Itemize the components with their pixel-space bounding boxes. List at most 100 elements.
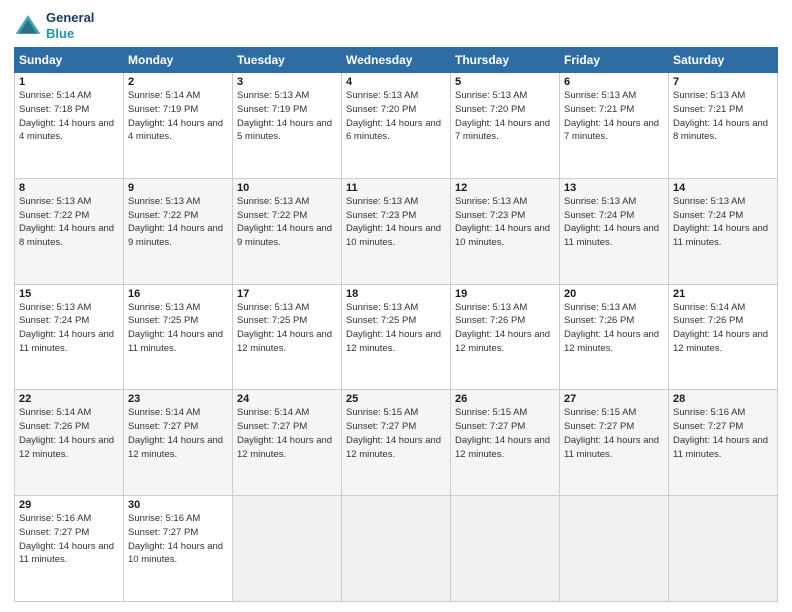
day-number: 14 [673, 182, 773, 194]
day-number: 26 [455, 393, 555, 405]
day-info: Sunrise: 5:14 AMSunset: 7:18 PMDaylight:… [19, 89, 119, 144]
calendar-cell [451, 496, 560, 602]
day-number: 10 [237, 182, 337, 194]
calendar-cell: 10Sunrise: 5:13 AMSunset: 7:22 PMDayligh… [233, 178, 342, 284]
day-info: Sunrise: 5:14 AMSunset: 7:19 PMDaylight:… [128, 89, 228, 144]
day-info: Sunrise: 5:16 AMSunset: 7:27 PMDaylight:… [673, 406, 773, 461]
day-info: Sunrise: 5:13 AMSunset: 7:20 PMDaylight:… [455, 89, 555, 144]
day-number: 24 [237, 393, 337, 405]
day-info: Sunrise: 5:15 AMSunset: 7:27 PMDaylight:… [346, 406, 446, 461]
day-number: 25 [346, 393, 446, 405]
day-info: Sunrise: 5:14 AMSunset: 7:27 PMDaylight:… [128, 406, 228, 461]
calendar-cell: 7Sunrise: 5:13 AMSunset: 7:21 PMDaylight… [669, 73, 778, 179]
calendar-week-2: 8Sunrise: 5:13 AMSunset: 7:22 PMDaylight… [15, 178, 778, 284]
weekday-header-wednesday: Wednesday [342, 48, 451, 73]
day-number: 13 [564, 182, 664, 194]
day-number: 15 [19, 288, 119, 300]
calendar-cell: 5Sunrise: 5:13 AMSunset: 7:20 PMDaylight… [451, 73, 560, 179]
day-info: Sunrise: 5:13 AMSunset: 7:19 PMDaylight:… [237, 89, 337, 144]
day-number: 5 [455, 76, 555, 88]
day-info: Sunrise: 5:13 AMSunset: 7:26 PMDaylight:… [564, 301, 664, 356]
day-number: 12 [455, 182, 555, 194]
weekday-header-monday: Monday [124, 48, 233, 73]
calendar-cell: 29Sunrise: 5:16 AMSunset: 7:27 PMDayligh… [15, 496, 124, 602]
day-number: 6 [564, 76, 664, 88]
calendar-cell: 22Sunrise: 5:14 AMSunset: 7:26 PMDayligh… [15, 390, 124, 496]
logo-icon [14, 12, 42, 40]
day-number: 22 [19, 393, 119, 405]
day-number: 17 [237, 288, 337, 300]
calendar-week-1: 1Sunrise: 5:14 AMSunset: 7:18 PMDaylight… [15, 73, 778, 179]
calendar-cell: 18Sunrise: 5:13 AMSunset: 7:25 PMDayligh… [342, 284, 451, 390]
day-number: 8 [19, 182, 119, 194]
logo-text: General Blue [46, 10, 94, 41]
day-number: 7 [673, 76, 773, 88]
weekday-header-tuesday: Tuesday [233, 48, 342, 73]
day-info: Sunrise: 5:13 AMSunset: 7:21 PMDaylight:… [564, 89, 664, 144]
day-info: Sunrise: 5:15 AMSunset: 7:27 PMDaylight:… [564, 406, 664, 461]
calendar-cell: 25Sunrise: 5:15 AMSunset: 7:27 PMDayligh… [342, 390, 451, 496]
calendar-table: SundayMondayTuesdayWednesdayThursdayFrid… [14, 47, 778, 602]
day-number: 4 [346, 76, 446, 88]
day-number: 20 [564, 288, 664, 300]
day-info: Sunrise: 5:13 AMSunset: 7:24 PMDaylight:… [564, 195, 664, 250]
day-number: 11 [346, 182, 446, 194]
day-info: Sunrise: 5:14 AMSunset: 7:27 PMDaylight:… [237, 406, 337, 461]
day-info: Sunrise: 5:13 AMSunset: 7:24 PMDaylight:… [19, 301, 119, 356]
calendar-cell: 21Sunrise: 5:14 AMSunset: 7:26 PMDayligh… [669, 284, 778, 390]
day-info: Sunrise: 5:13 AMSunset: 7:24 PMDaylight:… [673, 195, 773, 250]
calendar-cell: 4Sunrise: 5:13 AMSunset: 7:20 PMDaylight… [342, 73, 451, 179]
weekday-header-thursday: Thursday [451, 48, 560, 73]
day-info: Sunrise: 5:13 AMSunset: 7:22 PMDaylight:… [19, 195, 119, 250]
weekday-header-saturday: Saturday [669, 48, 778, 73]
day-number: 23 [128, 393, 228, 405]
day-info: Sunrise: 5:13 AMSunset: 7:20 PMDaylight:… [346, 89, 446, 144]
day-number: 9 [128, 182, 228, 194]
calendar-cell: 9Sunrise: 5:13 AMSunset: 7:22 PMDaylight… [124, 178, 233, 284]
day-info: Sunrise: 5:16 AMSunset: 7:27 PMDaylight:… [128, 512, 228, 567]
day-number: 28 [673, 393, 773, 405]
calendar-cell: 19Sunrise: 5:13 AMSunset: 7:26 PMDayligh… [451, 284, 560, 390]
calendar-cell: 16Sunrise: 5:13 AMSunset: 7:25 PMDayligh… [124, 284, 233, 390]
day-number: 18 [346, 288, 446, 300]
calendar-cell: 3Sunrise: 5:13 AMSunset: 7:19 PMDaylight… [233, 73, 342, 179]
calendar-cell: 13Sunrise: 5:13 AMSunset: 7:24 PMDayligh… [560, 178, 669, 284]
calendar-cell [342, 496, 451, 602]
calendar-cell [560, 496, 669, 602]
day-info: Sunrise: 5:13 AMSunset: 7:22 PMDaylight:… [128, 195, 228, 250]
calendar-cell: 17Sunrise: 5:13 AMSunset: 7:25 PMDayligh… [233, 284, 342, 390]
calendar-cell: 1Sunrise: 5:14 AMSunset: 7:18 PMDaylight… [15, 73, 124, 179]
day-info: Sunrise: 5:13 AMSunset: 7:21 PMDaylight:… [673, 89, 773, 144]
calendar-cell: 12Sunrise: 5:13 AMSunset: 7:23 PMDayligh… [451, 178, 560, 284]
calendar-cell: 15Sunrise: 5:13 AMSunset: 7:24 PMDayligh… [15, 284, 124, 390]
header: General Blue [14, 10, 778, 41]
calendar-cell: 6Sunrise: 5:13 AMSunset: 7:21 PMDaylight… [560, 73, 669, 179]
day-info: Sunrise: 5:16 AMSunset: 7:27 PMDaylight:… [19, 512, 119, 567]
calendar-week-5: 29Sunrise: 5:16 AMSunset: 7:27 PMDayligh… [15, 496, 778, 602]
day-info: Sunrise: 5:13 AMSunset: 7:25 PMDaylight:… [128, 301, 228, 356]
day-number: 27 [564, 393, 664, 405]
calendar-cell: 23Sunrise: 5:14 AMSunset: 7:27 PMDayligh… [124, 390, 233, 496]
day-number: 16 [128, 288, 228, 300]
calendar-cell: 11Sunrise: 5:13 AMSunset: 7:23 PMDayligh… [342, 178, 451, 284]
calendar-cell: 30Sunrise: 5:16 AMSunset: 7:27 PMDayligh… [124, 496, 233, 602]
weekday-header-row: SundayMondayTuesdayWednesdayThursdayFrid… [15, 48, 778, 73]
day-number: 1 [19, 76, 119, 88]
calendar-cell: 2Sunrise: 5:14 AMSunset: 7:19 PMDaylight… [124, 73, 233, 179]
day-number: 3 [237, 76, 337, 88]
calendar-week-3: 15Sunrise: 5:13 AMSunset: 7:24 PMDayligh… [15, 284, 778, 390]
calendar-cell [669, 496, 778, 602]
calendar-cell: 20Sunrise: 5:13 AMSunset: 7:26 PMDayligh… [560, 284, 669, 390]
day-number: 30 [128, 499, 228, 511]
weekday-header-friday: Friday [560, 48, 669, 73]
day-info: Sunrise: 5:13 AMSunset: 7:25 PMDaylight:… [237, 301, 337, 356]
day-info: Sunrise: 5:13 AMSunset: 7:25 PMDaylight:… [346, 301, 446, 356]
day-info: Sunrise: 5:13 AMSunset: 7:22 PMDaylight:… [237, 195, 337, 250]
day-info: Sunrise: 5:13 AMSunset: 7:26 PMDaylight:… [455, 301, 555, 356]
calendar-week-4: 22Sunrise: 5:14 AMSunset: 7:26 PMDayligh… [15, 390, 778, 496]
day-info: Sunrise: 5:13 AMSunset: 7:23 PMDaylight:… [346, 195, 446, 250]
calendar-cell: 24Sunrise: 5:14 AMSunset: 7:27 PMDayligh… [233, 390, 342, 496]
day-info: Sunrise: 5:14 AMSunset: 7:26 PMDaylight:… [19, 406, 119, 461]
day-number: 29 [19, 499, 119, 511]
calendar-cell: 8Sunrise: 5:13 AMSunset: 7:22 PMDaylight… [15, 178, 124, 284]
